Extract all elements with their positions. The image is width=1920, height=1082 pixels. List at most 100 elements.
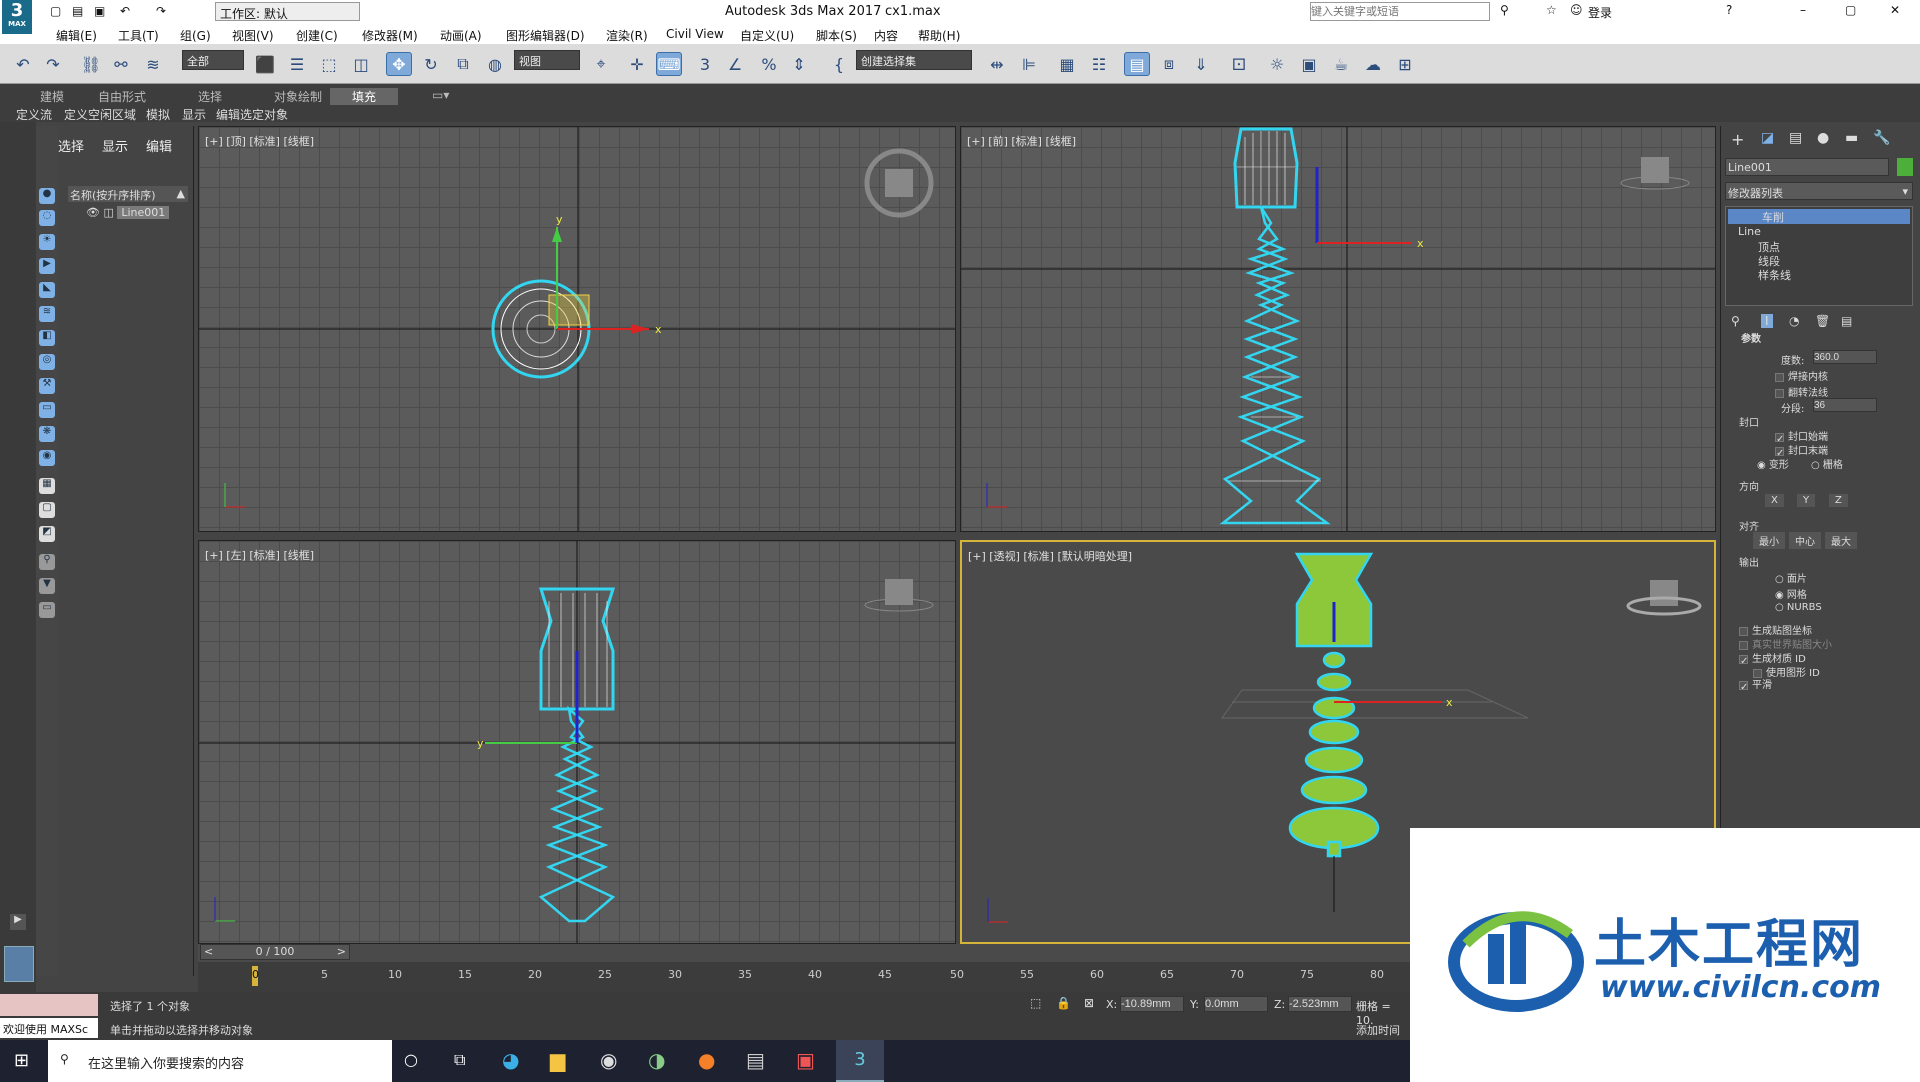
link-icon[interactable]: ⛓ (78, 52, 104, 76)
star-icon[interactable]: ☆ (1546, 3, 1557, 17)
add-time-tag[interactable]: 添加时间 (1356, 1022, 1400, 1038)
remove-modifier-icon[interactable]: 🗑 (1815, 314, 1830, 328)
menu-edit[interactable]: 编辑(E) (56, 27, 97, 44)
maxscript-welcome[interactable]: 欢迎使用 MAXSc (0, 1018, 98, 1038)
curve-editor-icon[interactable]: ▤ (1124, 52, 1150, 76)
modify-tab-icon[interactable]: ◪ (1761, 130, 1774, 146)
ribbon-tab-freeform[interactable]: 自由形式 (98, 88, 146, 105)
gen-material-id-checkbox[interactable]: ✓ 生成材质 ID (1739, 650, 1806, 667)
display-none-icon[interactable]: ▢ (39, 502, 55, 518)
next-frame-icon[interactable]: > (337, 945, 346, 958)
filter-xrefs-icon[interactable]: ◎ (39, 354, 55, 370)
app-icon-2[interactable]: ◑ (648, 1048, 665, 1072)
pin-stack-icon[interactable]: ⚲ (1731, 314, 1740, 328)
stack-item-lathe[interactable]: 车削 (1728, 209, 1910, 224)
select-scale-icon[interactable]: ⧉ (450, 52, 476, 76)
render-production-icon[interactable]: ▣ (1296, 52, 1322, 76)
ribbon-tab-populate[interactable]: 填充 (330, 88, 399, 105)
mirror-icon[interactable]: ⇹ (984, 52, 1010, 76)
new-file-icon[interactable]: ▢ (50, 4, 61, 18)
filter-shapes-icon[interactable]: ◌ (39, 210, 55, 226)
menu-rendering[interactable]: 渲染(R) (606, 27, 648, 44)
real-world-map-checkbox[interactable]: 真实世界贴图大小 (1739, 636, 1832, 651)
grid-radio[interactable]: ○ 栅格 (1811, 456, 1843, 471)
cap-end-checkbox[interactable]: ✓ 封口末端 (1775, 442, 1828, 459)
notepad-icon[interactable]: ▤ (746, 1048, 765, 1072)
angle-snap-icon[interactable]: ∠ (722, 52, 748, 76)
edge-icon[interactable]: ◕ (502, 1048, 519, 1072)
object-name-field[interactable]: Line001 (1725, 158, 1889, 176)
invert-display-icon[interactable]: ◩ (39, 526, 55, 542)
render-iterative-icon[interactable]: ☕ (1328, 52, 1354, 76)
viewport-layout-icon[interactable] (4, 946, 34, 982)
firefox-icon[interactable]: ● (698, 1048, 715, 1072)
menu-create[interactable]: 创建(C) (296, 27, 338, 44)
object-color-swatch[interactable] (1897, 158, 1913, 176)
material-editor-icon[interactable]: ⇓ (1188, 52, 1214, 76)
align-center-button[interactable]: 中心 (1789, 532, 1821, 549)
filter-helpers-icon[interactable]: ◣ (39, 282, 55, 298)
show-end-result-icon[interactable]: Ⅰ (1761, 314, 1773, 328)
select-rotate-icon[interactable]: ↻ (418, 52, 444, 76)
cap-start-checkbox[interactable]: ✓ 封口始端 (1775, 428, 1828, 445)
app-logo[interactable]: 3 MAX (2, 0, 32, 34)
filter-groups-icon[interactable]: ◧ (39, 330, 55, 346)
menu-group[interactable]: 组(G) (180, 27, 211, 44)
user-icon[interactable]: ☺ (1570, 3, 1583, 17)
filter-bones-icon[interactable]: ⚒ (39, 378, 55, 394)
morph-radio[interactable]: ◉ 变形 (1757, 456, 1789, 471)
menu-tools[interactable]: 工具(T) (118, 27, 159, 44)
select-by-name-icon[interactable]: ☰ (284, 52, 310, 76)
folder-icon[interactable]: ▭ (39, 602, 55, 618)
binoculars-icon[interactable]: ⚲ (1500, 3, 1509, 17)
nurbs-radio[interactable]: ○ NURBS (1775, 602, 1822, 613)
filter-containers-icon[interactable]: ▭ (39, 402, 55, 418)
track-bar[interactable] (198, 962, 1410, 992)
menu-modifiers[interactable]: 修改器(M) (362, 27, 418, 44)
spinner-snap-icon[interactable]: ⇕ (786, 52, 812, 76)
lock-icon[interactable]: 🔒 (1056, 996, 1071, 1010)
viewcube-icon[interactable] (864, 579, 934, 612)
gen-map-coords-checkbox[interactable]: 生成贴图坐标 (1739, 622, 1812, 637)
y-coord-input[interactable] (1204, 996, 1268, 1012)
percent-snap-icon[interactable]: % (756, 52, 782, 76)
pivot-center-icon[interactable]: ⌖ (588, 52, 614, 76)
filter-geometry-icon[interactable]: ● (39, 188, 55, 204)
filter-cameras-icon[interactable]: ▶ (39, 258, 55, 274)
bind-space-warp-icon[interactable]: ≋ (140, 52, 166, 76)
filter-particles-icon[interactable]: ❋ (39, 426, 55, 442)
cortana-icon[interactable]: ○ (404, 1050, 418, 1069)
redo-icon[interactable]: ↷ (156, 4, 166, 18)
dir-x-button[interactable]: X (1765, 494, 1784, 507)
weld-core-checkbox[interactable]: 焊接内核 (1775, 368, 1828, 383)
filter-lights-icon[interactable]: ☀ (39, 234, 55, 250)
menu-animation[interactable]: 动画(A) (440, 27, 482, 44)
named-selection-dropdown[interactable]: 创建选择集 (856, 50, 972, 70)
segments-input[interactable] (1813, 398, 1877, 412)
app-icon-1[interactable]: ◉ (600, 1048, 617, 1072)
viewcube-icon[interactable] (1620, 157, 1690, 190)
filter-icon[interactable]: ▼ (39, 578, 55, 594)
x-coord-input[interactable] (1120, 996, 1184, 1012)
windows-start-icon[interactable]: ⊞ (14, 1050, 29, 1071)
snaps-toggle-icon[interactable]: 3 (692, 52, 718, 76)
menu-view[interactable]: 视图(V) (232, 27, 274, 44)
menu-civil-view[interactable]: Civil View (666, 27, 724, 41)
create-tab-icon[interactable]: + (1731, 130, 1744, 149)
workspace-dropdown[interactable]: 工作区: 默认 (215, 2, 360, 21)
stack-item-spline[interactable]: 样条线 (1758, 267, 1791, 283)
isolate-icon[interactable]: ⬚ (1030, 996, 1041, 1010)
keyboard-shortcut-icon[interactable]: ⌨ (656, 52, 682, 76)
select-object-icon[interactable]: ⬛ (252, 52, 278, 76)
render-frame-icon[interactable]: ☼ (1264, 52, 1290, 76)
maxscript-listener[interactable] (0, 994, 98, 1016)
edit-named-sel-icon[interactable]: { (826, 52, 852, 76)
render-setup-icon[interactable]: ⚀ (1226, 52, 1252, 76)
save-icon[interactable]: ▣ (94, 4, 105, 18)
close-button[interactable]: ✕ (1890, 3, 1900, 17)
scene-tab-edit[interactable]: 编辑 (146, 136, 172, 155)
lathe-object-perspective[interactable] (1288, 552, 1380, 858)
select-move-icon[interactable]: ✥ (386, 52, 412, 76)
time-slider[interactable]: < 0 / 100 > (200, 944, 350, 960)
prev-frame-icon[interactable]: < (204, 945, 213, 958)
